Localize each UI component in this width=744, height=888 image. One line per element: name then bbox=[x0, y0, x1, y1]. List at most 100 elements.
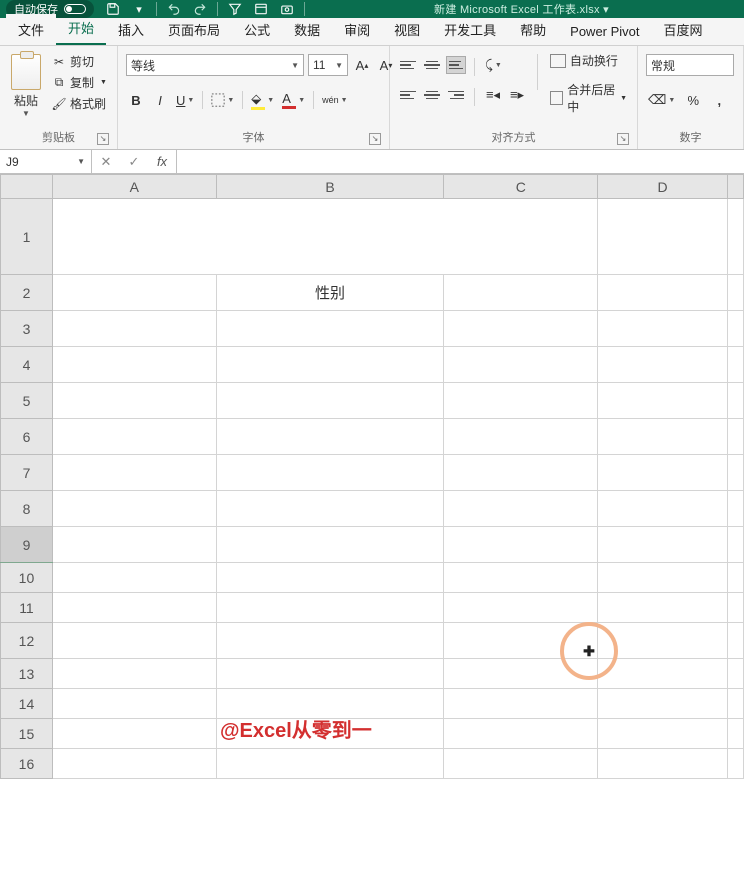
cell[interactable] bbox=[52, 419, 216, 455]
fill-color-button[interactable]: ⬙▼ bbox=[249, 90, 276, 110]
cell[interactable] bbox=[444, 563, 598, 593]
row-header[interactable]: 6 bbox=[1, 419, 53, 455]
cell[interactable] bbox=[727, 623, 743, 659]
comma-style-button[interactable]: , bbox=[709, 90, 729, 110]
align-top-button[interactable] bbox=[398, 56, 418, 74]
cell[interactable] bbox=[598, 347, 728, 383]
cell[interactable] bbox=[598, 383, 728, 419]
qat-dropdown-icon[interactable]: ▾ bbox=[130, 1, 148, 17]
tab-baidu[interactable]: 百度网 bbox=[652, 14, 715, 45]
camera-icon[interactable] bbox=[278, 1, 296, 17]
row-header[interactable]: 3 bbox=[1, 311, 53, 347]
insert-function-button[interactable]: fx bbox=[148, 154, 176, 169]
select-all-corner[interactable] bbox=[1, 175, 53, 199]
align-middle-button[interactable] bbox=[422, 56, 442, 74]
cell-b2[interactable]: 性别 bbox=[216, 275, 444, 311]
cell[interactable] bbox=[727, 527, 743, 563]
cell[interactable] bbox=[598, 311, 728, 347]
column-header[interactable] bbox=[727, 175, 743, 199]
cell[interactable] bbox=[598, 491, 728, 527]
cell[interactable] bbox=[598, 563, 728, 593]
dialog-launcher-icon[interactable]: ↘ bbox=[369, 133, 381, 145]
cell[interactable] bbox=[52, 275, 216, 311]
list-icon[interactable] bbox=[252, 1, 270, 17]
cell[interactable] bbox=[444, 419, 598, 455]
cell[interactable] bbox=[598, 275, 728, 311]
cell[interactable] bbox=[727, 455, 743, 491]
cell[interactable] bbox=[52, 491, 216, 527]
row-header[interactable]: 1 bbox=[1, 199, 53, 275]
cell[interactable] bbox=[216, 689, 444, 719]
cell[interactable] bbox=[216, 659, 444, 689]
cell[interactable] bbox=[598, 199, 728, 275]
cell[interactable] bbox=[52, 347, 216, 383]
cell[interactable] bbox=[52, 383, 216, 419]
cell[interactable] bbox=[52, 311, 216, 347]
cell[interactable] bbox=[52, 689, 216, 719]
tab-page-layout[interactable]: 页面布局 bbox=[156, 14, 232, 45]
cell[interactable] bbox=[727, 593, 743, 623]
cell[interactable] bbox=[216, 383, 444, 419]
row-header[interactable]: 12 bbox=[1, 623, 53, 659]
cell[interactable] bbox=[727, 199, 743, 275]
name-box[interactable]: J9▼ bbox=[0, 150, 92, 173]
cell[interactable] bbox=[216, 491, 444, 527]
cell[interactable] bbox=[216, 719, 444, 749]
column-header[interactable]: C bbox=[444, 175, 598, 199]
row-header[interactable]: 13 bbox=[1, 659, 53, 689]
cell[interactable] bbox=[216, 347, 444, 383]
cell[interactable] bbox=[444, 527, 598, 563]
dialog-launcher-icon[interactable]: ↘ bbox=[617, 133, 629, 145]
cell[interactable] bbox=[598, 689, 728, 719]
cell[interactable] bbox=[52, 455, 216, 491]
cell[interactable] bbox=[598, 659, 728, 689]
tab-developer[interactable]: 开发工具 bbox=[432, 14, 508, 45]
cell[interactable] bbox=[727, 689, 743, 719]
tab-power-pivot[interactable]: Power Pivot bbox=[558, 18, 651, 45]
cell[interactable] bbox=[216, 623, 444, 659]
borders-button[interactable]: ▼ bbox=[209, 90, 236, 110]
tab-view[interactable]: 视图 bbox=[382, 14, 432, 45]
font-name-combo[interactable]: 等线▼ bbox=[126, 54, 304, 76]
cell[interactable] bbox=[216, 593, 444, 623]
save-icon[interactable] bbox=[104, 1, 122, 17]
cell[interactable] bbox=[598, 623, 728, 659]
row-header[interactable]: 5 bbox=[1, 383, 53, 419]
row-header-active[interactable]: 9 bbox=[1, 527, 53, 563]
underline-button[interactable]: U▼ bbox=[174, 90, 196, 110]
cell[interactable] bbox=[216, 455, 444, 491]
row-header[interactable]: 15 bbox=[1, 719, 53, 749]
cell[interactable] bbox=[52, 719, 216, 749]
cell[interactable] bbox=[444, 347, 598, 383]
cell[interactable] bbox=[52, 623, 216, 659]
cell[interactable] bbox=[216, 563, 444, 593]
cell[interactable] bbox=[727, 383, 743, 419]
tab-formulas[interactable]: 公式 bbox=[232, 14, 282, 45]
undo-icon[interactable] bbox=[165, 1, 183, 17]
tab-home[interactable]: 开始 bbox=[56, 12, 106, 45]
italic-button[interactable]: I bbox=[150, 90, 170, 110]
cell-merged-title[interactable]: 快速输入性别 bbox=[52, 199, 597, 275]
cell[interactable] bbox=[598, 593, 728, 623]
cell[interactable] bbox=[216, 419, 444, 455]
merge-center-button[interactable]: 合并后居中▼ bbox=[548, 79, 629, 117]
row-header[interactable]: 11 bbox=[1, 593, 53, 623]
accounting-format-button[interactable]: ⌫▼ bbox=[646, 90, 677, 110]
increase-indent-button[interactable]: ≡▸ bbox=[507, 85, 527, 105]
cell[interactable] bbox=[444, 311, 598, 347]
row-header[interactable]: 10 bbox=[1, 563, 53, 593]
copy-button[interactable]: ⧉复制▼ bbox=[50, 73, 109, 92]
row-header[interactable]: 14 bbox=[1, 689, 53, 719]
cell[interactable] bbox=[444, 275, 598, 311]
cell[interactable] bbox=[52, 593, 216, 623]
cell[interactable] bbox=[444, 383, 598, 419]
cell[interactable] bbox=[727, 275, 743, 311]
cell[interactable] bbox=[444, 719, 598, 749]
cell[interactable] bbox=[598, 527, 728, 563]
align-bottom-button[interactable] bbox=[446, 56, 466, 74]
format-painter-button[interactable]: 🖌格式刷 bbox=[50, 94, 109, 113]
tab-data[interactable]: 数据 bbox=[282, 14, 332, 45]
cell[interactable] bbox=[216, 749, 444, 779]
cell[interactable] bbox=[52, 563, 216, 593]
paste-button[interactable]: 粘贴 ▼ bbox=[8, 50, 44, 118]
